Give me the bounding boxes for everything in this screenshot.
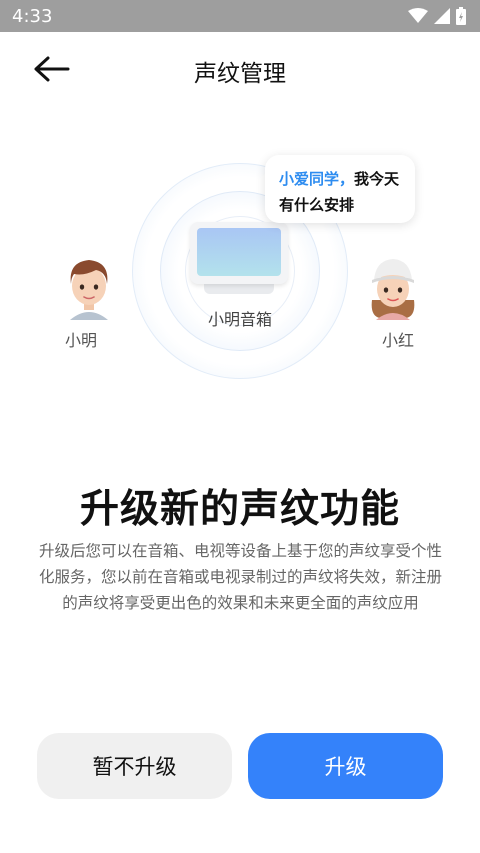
not-upgrade-button[interactable]: 暂不升级 <box>37 733 232 799</box>
user-name-left: 小明 <box>64 331 97 350</box>
bubble-text-line1: 我今天 <box>354 170 400 188</box>
girl-avatar-icon <box>371 259 415 320</box>
status-time: 4:33 <box>12 6 53 27</box>
speaker-screen <box>197 228 281 276</box>
header: 声纹管理 <box>0 32 480 104</box>
wake-word: 小爱同学， <box>279 170 355 188</box>
battery-icon <box>456 7 466 25</box>
voiceprint-illustration: 小明音箱 小爱同学，我今天 有什么安排 小明 小红 <box>0 150 480 390</box>
speech-bubble: 小爱同学，我今天 有什么安排 <box>265 155 415 223</box>
speaker-label: 小明音箱 <box>207 310 272 329</box>
boy-avatar-icon <box>70 260 108 320</box>
wifi-icon <box>408 8 428 23</box>
status-icons <box>408 7 466 25</box>
bubble-text-line2: 有什么安排 <box>279 196 355 214</box>
user-name-right: 小红 <box>381 331 414 350</box>
main-heading: 升级新的声纹功能 <box>79 487 400 532</box>
description-text: 升级后您可以在音箱、电视等设备上基于您的声纹享受个性化服务，您以前在音箱或电视录… <box>39 542 443 612</box>
status-bar: 4:33 <box>0 0 480 32</box>
smart-speaker-icon <box>190 222 288 294</box>
page-title: 声纹管理 <box>194 61 286 87</box>
speaker-body <box>190 222 288 284</box>
signal-icon <box>434 8 450 24</box>
upgrade-button[interactable]: 升级 <box>248 733 443 799</box>
